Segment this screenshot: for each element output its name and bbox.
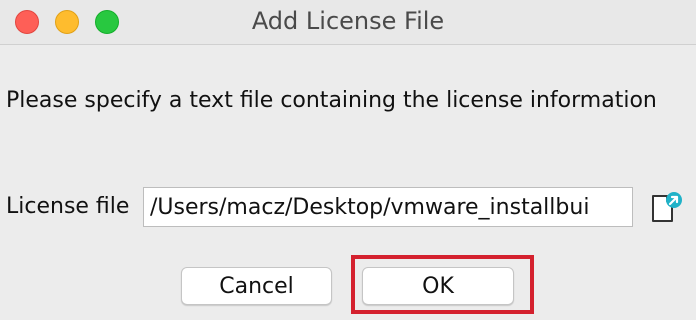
- file-browse-icon-graphic: [652, 192, 682, 222]
- license-file-input[interactable]: [143, 187, 633, 227]
- window-title: Add License File: [251, 7, 445, 35]
- cancel-button[interactable]: Cancel: [181, 267, 332, 305]
- instruction-text: Please specify a text file containing th…: [6, 88, 657, 113]
- add-license-file-dialog: Add License File Please specify a text f…: [0, 0, 696, 320]
- license-file-label: License file: [6, 194, 130, 219]
- ok-button-highlight: [351, 255, 534, 314]
- title-bar: Add License File: [0, 0, 696, 45]
- file-browse-icon[interactable]: [648, 190, 684, 226]
